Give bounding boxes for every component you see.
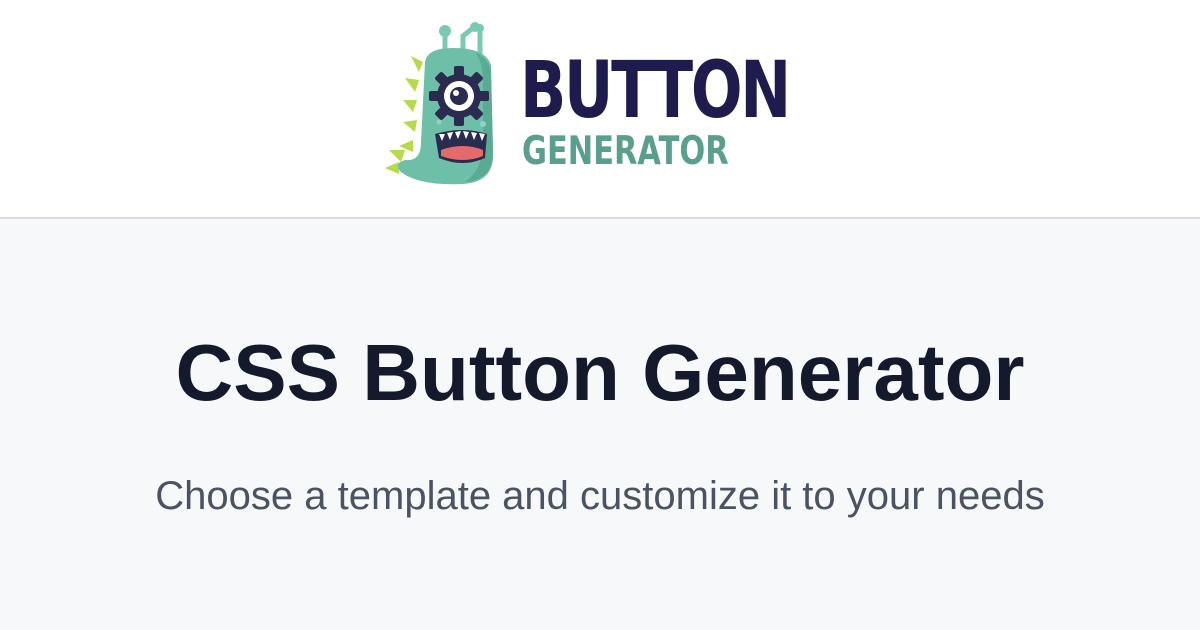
hero-section: CSS Button Generator Choose a template a… xyxy=(0,219,1200,630)
site-header: BUTTON GENERATOR xyxy=(0,0,1200,219)
page-subtitle: Choose a template and customize it to yo… xyxy=(155,474,1045,518)
logo-word-button: BUTTON xyxy=(520,46,791,136)
button-generator-logo[interactable]: BUTTON GENERATOR xyxy=(383,22,791,187)
logo-word-generator: GENERATOR xyxy=(522,129,729,174)
monster-gear-eye-mascot-icon xyxy=(385,22,494,185)
page-title: CSS Button Generator xyxy=(175,328,1025,417)
